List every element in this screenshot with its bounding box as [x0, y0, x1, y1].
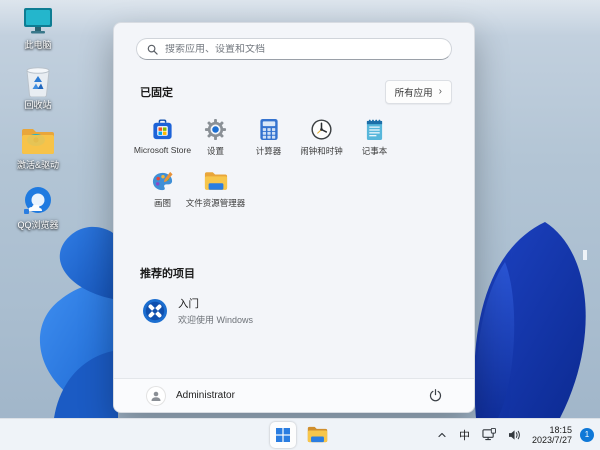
- taskbar-file-explorer-button[interactable]: [304, 422, 330, 448]
- recommended-section-title: 推荐的项目: [140, 268, 195, 280]
- user-account-button[interactable]: Administrator: [140, 383, 241, 409]
- tray-chevron-up-icon[interactable]: [435, 428, 449, 442]
- network-icon[interactable]: [480, 426, 498, 443]
- app-tile-paint[interactable]: 画图: [136, 166, 189, 218]
- app-label: 计算器: [255, 146, 282, 156]
- start-menu: 已固定 所有应用 › Microsoft Store: [113, 22, 475, 413]
- app-tile-microsoft-store[interactable]: Microsoft Store: [133, 114, 192, 166]
- recycle-bin-icon: [21, 64, 55, 98]
- desktop-icon-label: 此电脑: [24, 40, 52, 50]
- desktop-icon-label: 回收站: [24, 100, 52, 110]
- user-name: Administrator: [176, 390, 235, 401]
- app-label: 闹钟和时钟: [300, 146, 343, 156]
- recommended-item-subtitle: 欢迎使用 Windows: [178, 315, 254, 325]
- app-label: Microsoft Store: [133, 145, 192, 155]
- app-tile-alarms-clock[interactable]: 闹钟和时钟: [295, 114, 348, 166]
- start-menu-footer: Administrator: [114, 378, 474, 412]
- folder-icon: [21, 124, 55, 158]
- file-explorer-folder-icon: [307, 426, 327, 443]
- volume-icon[interactable]: [506, 427, 524, 443]
- ime-indicator[interactable]: 中: [457, 425, 472, 445]
- power-button[interactable]: [422, 383, 448, 409]
- calculator-icon: [257, 117, 281, 141]
- app-label: 画图: [153, 198, 171, 208]
- pinned-apps-grid: Microsoft Store 设置 计算器 闹钟和时钟 记事本 画图 文件资源…: [114, 112, 474, 218]
- desktop-icon-this-pc[interactable]: 此电脑: [6, 4, 70, 50]
- desktop-icon-list: 此电脑 回收站 激活&驱动 QQ浏览器: [6, 4, 70, 230]
- settings-gear-icon: [204, 117, 228, 141]
- desktop-icon-activation-drivers[interactable]: 激活&驱动: [6, 124, 70, 170]
- app-tile-settings[interactable]: 设置: [189, 114, 242, 166]
- search-icon: [147, 44, 158, 55]
- start-button[interactable]: [270, 421, 296, 448]
- recommended-item-get-started[interactable]: 入门 欢迎使用 Windows: [136, 292, 336, 330]
- taskbar-date: 2023/7/27: [531, 434, 572, 445]
- notepad-icon: [363, 117, 387, 141]
- desktop-icon-label: 激活&驱动: [16, 160, 59, 170]
- taskbar-clock[interactable]: 18:15 2023/7/27: [532, 425, 572, 445]
- chevron-right-icon: ›: [438, 86, 442, 97]
- recommended-item-title: 入门: [178, 298, 199, 310]
- this-pc-icon: [21, 4, 55, 38]
- qq-browser-icon: [21, 184, 55, 218]
- windows-logo-icon: [276, 427, 290, 442]
- app-label: 文件资源管理器: [185, 198, 246, 208]
- app-tile-calculator[interactable]: 计算器: [242, 114, 295, 166]
- all-apps-button[interactable]: 所有应用 ›: [384, 80, 452, 104]
- desktop-icon-qq-browser[interactable]: QQ浏览器: [6, 184, 70, 230]
- alarm-clock-icon: [310, 117, 334, 141]
- notification-badge[interactable]: 1: [580, 427, 594, 442]
- desktop-icon-recycle-bin[interactable]: 回收站: [6, 64, 70, 110]
- search-box: [136, 38, 452, 60]
- file-explorer-folder-icon: [204, 169, 228, 193]
- microsoft-store-icon: [151, 117, 175, 141]
- pinned-section-title: 已固定: [140, 87, 173, 99]
- desktop-icon-label: QQ浏览器: [17, 220, 59, 230]
- taskbar-time: 18:15: [549, 424, 572, 435]
- app-label: 设置: [206, 146, 224, 156]
- paint-palette-icon: [151, 169, 175, 193]
- app-tile-notepad[interactable]: 记事本: [348, 114, 401, 166]
- app-tile-file-explorer[interactable]: 文件资源管理器: [186, 166, 245, 218]
- app-label: 记事本: [361, 146, 388, 156]
- taskbar: 中 18:15 2023/7/27 1: [0, 418, 600, 450]
- avatar: [146, 385, 166, 406]
- get-started-icon: [142, 298, 168, 324]
- search-input[interactable]: [165, 43, 441, 55]
- all-apps-label: 所有应用: [394, 88, 433, 99]
